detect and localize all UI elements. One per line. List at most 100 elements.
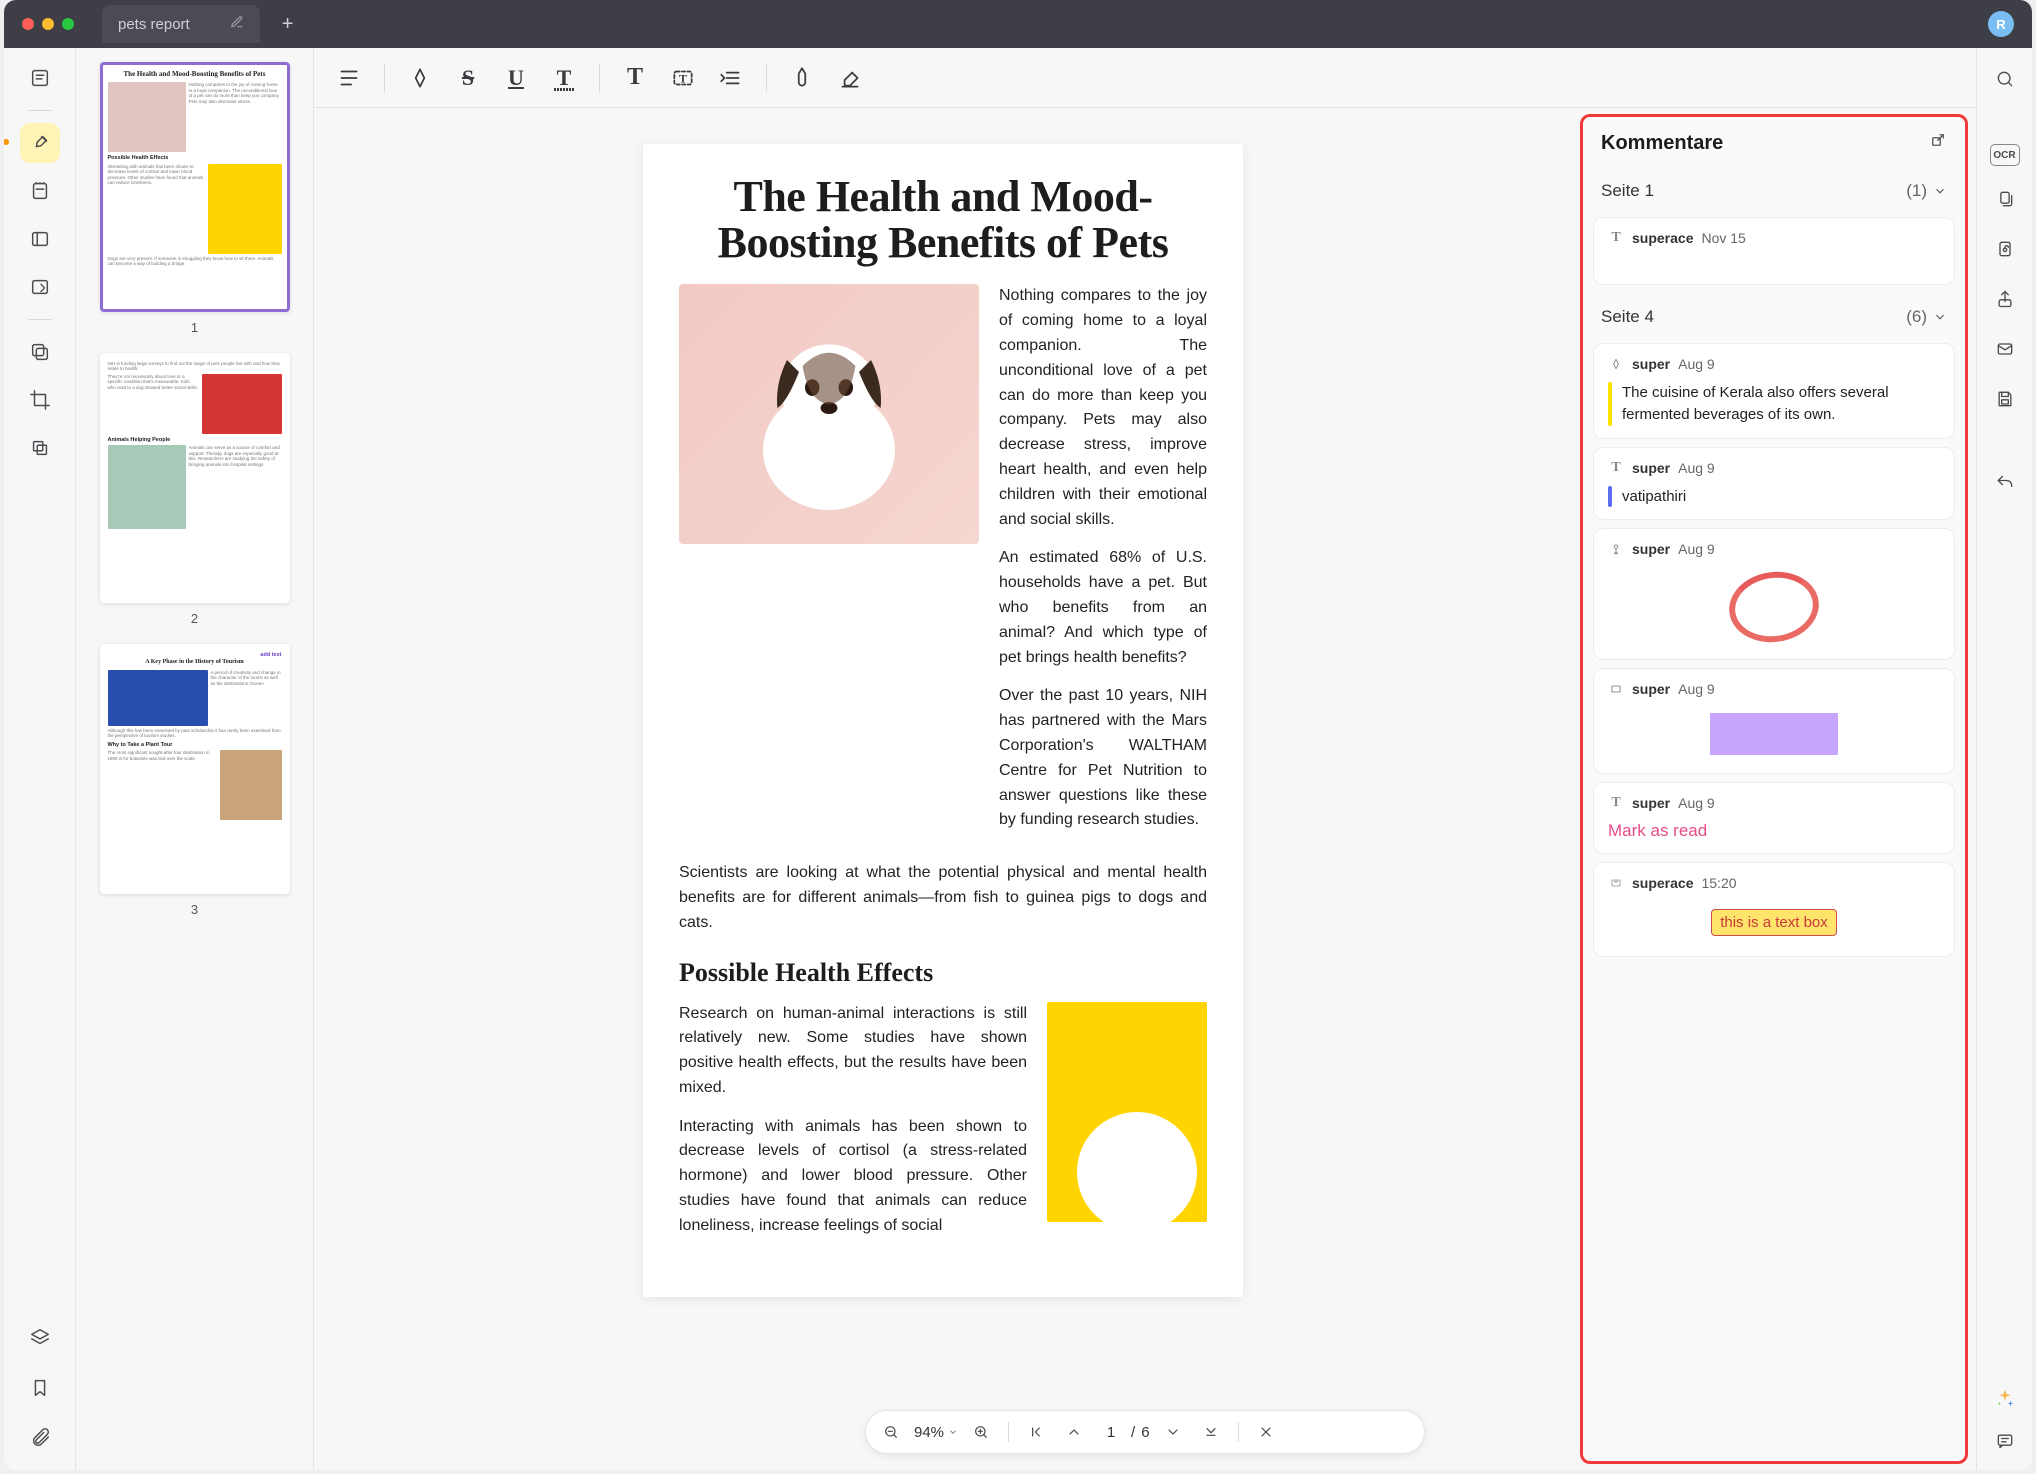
textbox-button[interactable]: T (662, 57, 704, 99)
next-page-button[interactable] (1158, 1417, 1188, 1447)
comment-card[interactable]: superace 15:20 this is a text box (1593, 862, 1955, 957)
crop-button[interactable] (20, 380, 60, 420)
note-button[interactable] (20, 171, 60, 211)
close-zoombar-button[interactable] (1251, 1417, 1281, 1447)
thumb-number: 2 (191, 611, 198, 626)
comments-toggle-button[interactable] (1988, 1424, 2022, 1458)
doc-paragraph: Over the past 10 years, NIH has partnere… (999, 684, 1207, 833)
user-avatar[interactable]: R (1988, 11, 2014, 37)
ai-sparkle-icon[interactable] (1993, 1386, 2017, 1410)
titlebar: pets report + R (4, 0, 2032, 48)
close-window[interactable] (22, 18, 34, 30)
comment-user: super (1632, 460, 1670, 476)
comment-user: super (1632, 541, 1670, 557)
squiggle-underline-button[interactable]: T (543, 57, 585, 99)
thumb-number: 3 (191, 902, 198, 917)
window-controls[interactable] (22, 18, 74, 30)
edit-tab-icon[interactable] (230, 15, 244, 33)
list-indent-button[interactable] (710, 57, 752, 99)
highlight-color-bar (1608, 486, 1612, 508)
doc-subheading: Possible Health Effects (679, 958, 1207, 988)
comments-list[interactable]: Seite 1 (1) T superace Nov 15 (1583, 167, 1965, 1461)
ocr-button[interactable]: OCR (1990, 144, 2020, 166)
page-group-header[interactable]: Seite 4 (6) (1593, 293, 1955, 335)
form-edit-button[interactable] (20, 267, 60, 307)
chevron-down-icon (948, 1427, 958, 1437)
layers-button[interactable] (20, 1318, 60, 1358)
page-group-label: Seite 1 (1601, 181, 1654, 201)
avatar-initial: R (1996, 17, 2005, 32)
text-annotation-icon: T (1608, 795, 1624, 811)
comment-card[interactable]: T super Aug 9 vatipathiri (1593, 447, 1955, 521)
strikethrough-button[interactable]: S (447, 57, 489, 99)
first-page-button[interactable] (1021, 1417, 1051, 1447)
comment-card[interactable]: T superace Nov 15 (1593, 217, 1955, 285)
thumbnail-page[interactable]: add text A Key Phase in the History of T… (90, 644, 299, 917)
maximize-window[interactable] (62, 18, 74, 30)
prev-page-button[interactable] (1059, 1417, 1089, 1447)
attachment-button[interactable] (20, 1418, 60, 1458)
search-button[interactable] (1988, 62, 2022, 96)
new-tab-button[interactable]: + (268, 13, 308, 36)
thumbnail-page[interactable]: NIH is funding large surveys to find out… (90, 353, 299, 626)
zoom-out-button[interactable] (876, 1417, 906, 1447)
text-button[interactable]: T (614, 57, 656, 99)
doc-paragraph: Scientists are looking at what the poten… (679, 861, 1207, 935)
last-page-button[interactable] (1196, 1417, 1226, 1447)
comment-date: Aug 9 (1678, 795, 1715, 811)
comment-user: super (1632, 795, 1670, 811)
minimize-window[interactable] (42, 18, 54, 30)
thumbnail-page[interactable]: The Health and Mood-Boosting Benefits of… (90, 62, 299, 335)
total-pages: 6 (1141, 1424, 1149, 1441)
lock-page-button[interactable] (1988, 232, 2022, 266)
popout-icon[interactable] (1929, 131, 1947, 155)
comment-date: Nov 15 (1701, 230, 1745, 246)
textbox-preview: this is a text box (1608, 901, 1940, 944)
underline-button[interactable]: U (495, 57, 537, 99)
page-group-count: (1) (1906, 181, 1927, 201)
doc-paragraph: Interacting with animals has been shown … (679, 1115, 1027, 1239)
bookmark-button[interactable] (20, 1368, 60, 1408)
thumb-number: 1 (191, 320, 198, 335)
duplicate-button[interactable] (1988, 182, 2022, 216)
page-group-header[interactable]: Seite 1 (1) (1593, 167, 1955, 209)
highlighter-button[interactable] (20, 123, 60, 163)
mail-button[interactable] (1988, 332, 2022, 366)
share-button[interactable] (1988, 282, 2022, 316)
comment-card[interactable]: T super Aug 9 Mark as read (1593, 782, 1955, 854)
copy-pages-button[interactable] (20, 332, 60, 372)
ink-preview (1608, 567, 1940, 647)
comment-date: Aug 9 (1678, 460, 1715, 476)
sidebar-panel-button[interactable] (20, 219, 60, 259)
document-viewport[interactable]: The Health and Mood-Boosting Benefits of… (314, 108, 1572, 1470)
comment-card[interactable]: super Aug 9 (1593, 528, 1955, 660)
comment-date: Aug 9 (1678, 541, 1715, 557)
page-group-count: (6) (1906, 307, 1927, 327)
eraser-icon[interactable] (829, 57, 871, 99)
highlight-color-bar (1608, 382, 1612, 426)
annotation-toolbar: S U T T T (314, 48, 1976, 108)
comment-date: Aug 9 (1678, 356, 1715, 372)
document-tab[interactable]: pets report (102, 5, 260, 43)
ink-annotation-icon (1608, 541, 1624, 557)
stack-button[interactable] (20, 428, 60, 468)
thumbnail-panel[interactable]: The Health and Mood-Boosting Benefits of… (76, 48, 314, 1470)
marker-icon[interactable] (399, 57, 441, 99)
zoom-in-button[interactable] (966, 1417, 996, 1447)
reader-mode-button[interactable] (20, 58, 60, 98)
pen-icon[interactable] (781, 57, 823, 99)
comment-card[interactable]: super Aug 9 The cuisine of Kerala also o… (1593, 343, 1955, 439)
save-button[interactable] (1988, 382, 2022, 416)
comment-card[interactable]: super Aug 9 (1593, 668, 1955, 774)
undo-button[interactable] (1988, 466, 2022, 500)
paragraph-button[interactable] (328, 57, 370, 99)
doc-paragraph: An estimated 68% of U.S. households have… (999, 546, 1207, 670)
comment-user: superace (1632, 875, 1693, 891)
doc-title: The Health and Mood-Boosting Benefits of… (679, 174, 1207, 266)
comment-body: vatipathiri (1622, 486, 1686, 508)
zoom-level[interactable]: 94% (914, 1424, 958, 1441)
current-page-input[interactable] (1097, 1423, 1125, 1442)
hero-image (679, 284, 979, 544)
page-separator: / (1131, 1424, 1135, 1441)
comment-user: super (1632, 681, 1670, 697)
